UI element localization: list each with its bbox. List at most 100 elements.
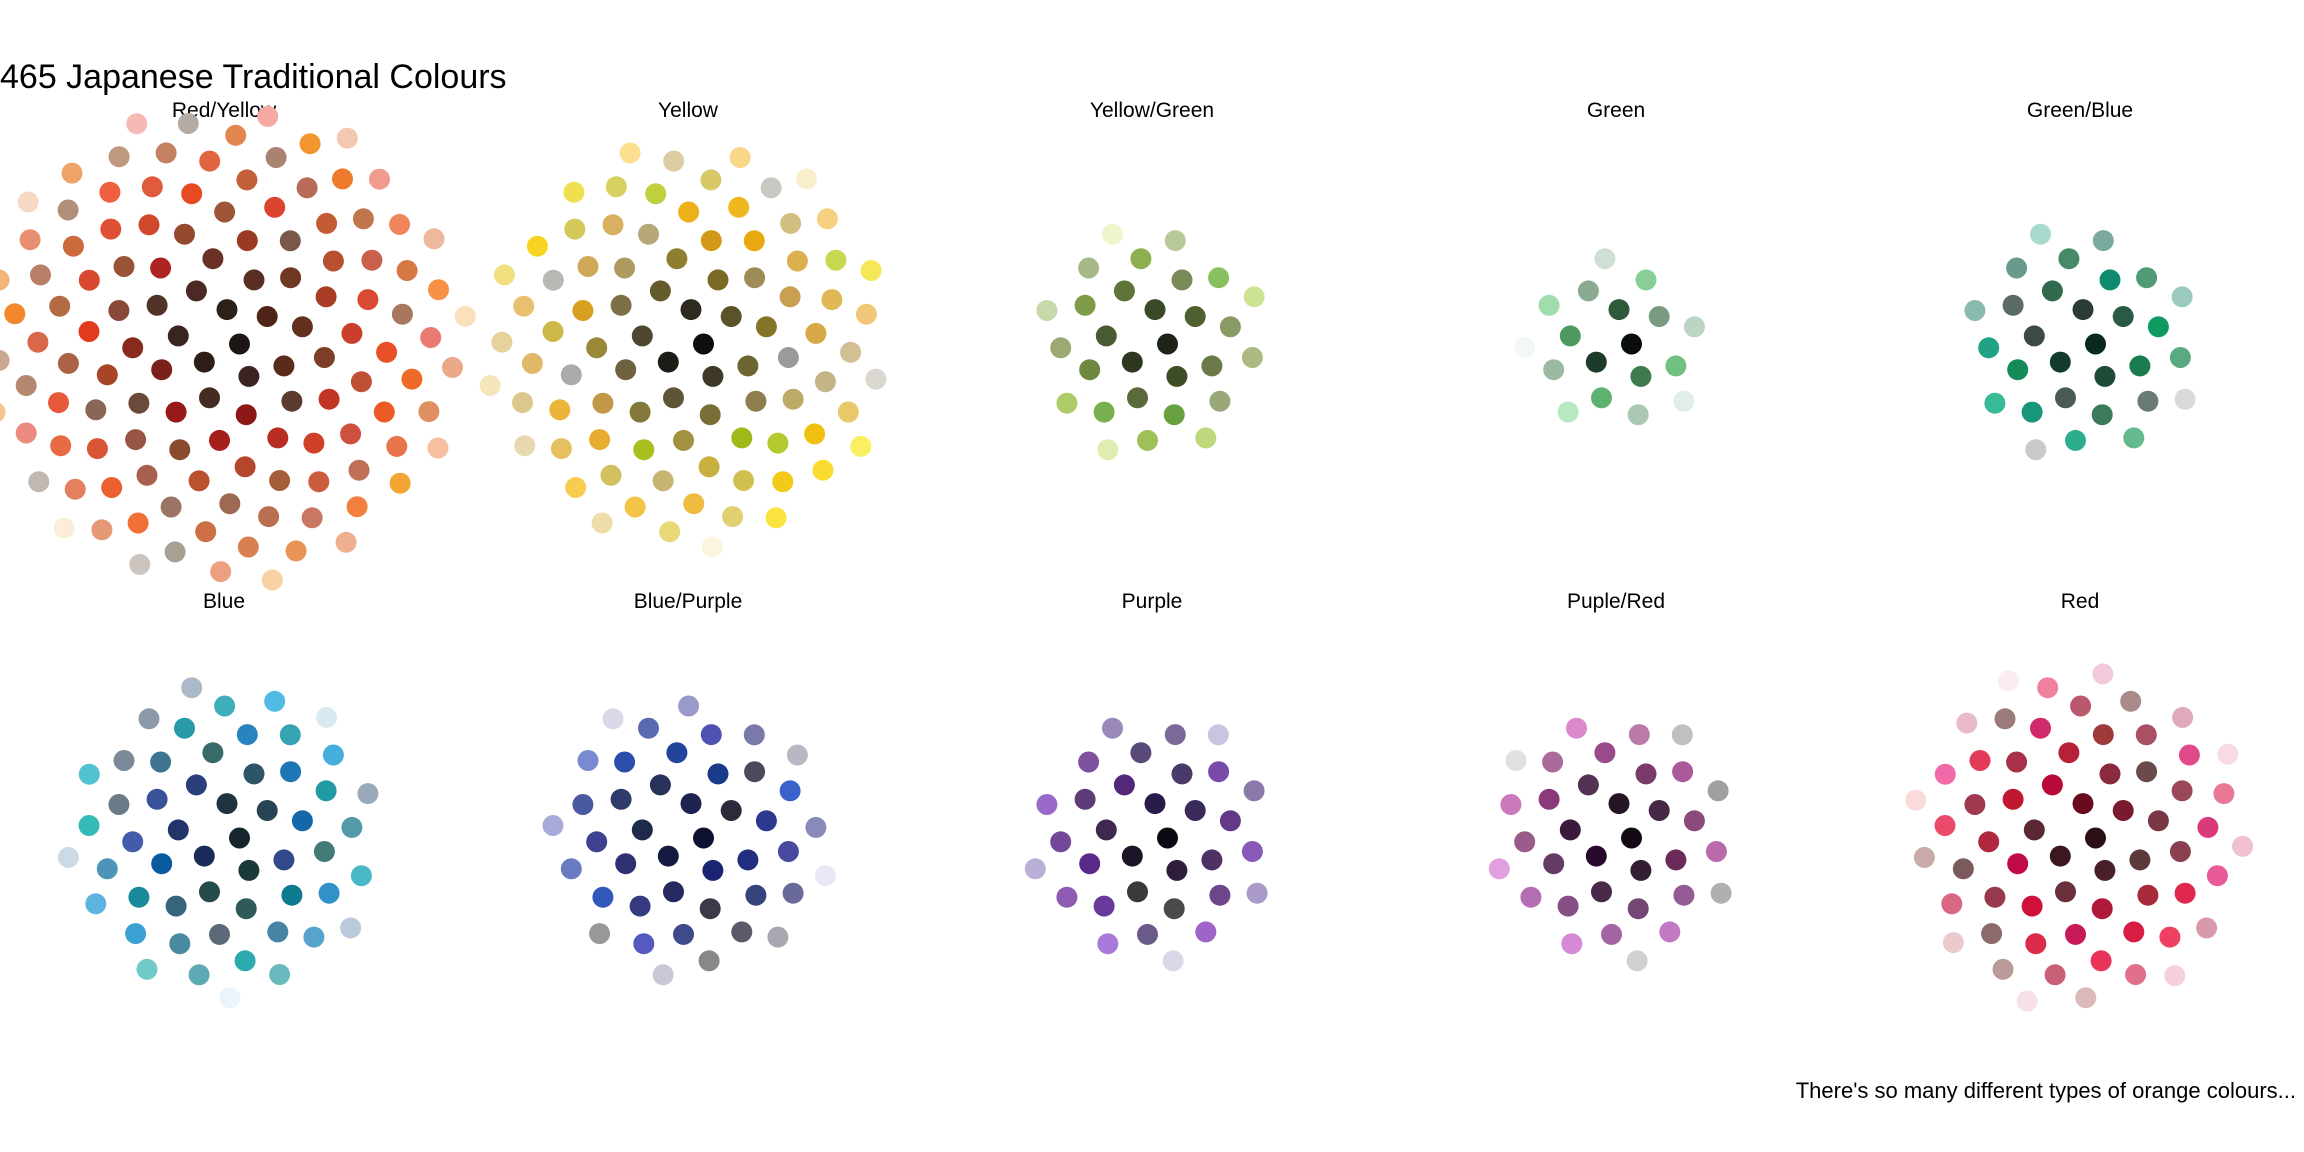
- colour-dot: [2196, 917, 2218, 939]
- colour-dot: [631, 325, 653, 347]
- colour-dot: [837, 401, 859, 423]
- colour-dot: [185, 280, 207, 302]
- colour-dot: [542, 269, 564, 291]
- colour-dot: [85, 399, 107, 421]
- colour-dot: [2092, 663, 2114, 685]
- colour-dot: [1093, 895, 1115, 917]
- colour-dot: [50, 435, 72, 457]
- colour-dot: [2099, 269, 2121, 291]
- colour-dot: [1978, 831, 2000, 853]
- colour-dot: [238, 859, 260, 881]
- colour-dot: [1036, 794, 1058, 815]
- colour-dot: [96, 364, 118, 386]
- colour-dot: [181, 677, 203, 699]
- colour-dot: [2123, 427, 2145, 449]
- colour-dot: [150, 257, 172, 279]
- colour-dot: [2137, 884, 2159, 906]
- colour-dot: [177, 113, 199, 134]
- colour-dot: [1952, 858, 1974, 880]
- colour-dot: [2006, 751, 2028, 773]
- colour-dot: [296, 177, 318, 199]
- colour-dot: [1566, 717, 1587, 739]
- colour-dot: [1557, 895, 1579, 917]
- colour-dot: [1130, 742, 1152, 764]
- colour-dot: [693, 827, 714, 849]
- colour-dot: [1621, 333, 1642, 355]
- colour-dot: [1514, 337, 1536, 359]
- colour-dot: [638, 223, 659, 245]
- colour-dot: [0, 349, 10, 371]
- colour-dot: [816, 208, 838, 230]
- colour-dot: [1627, 404, 1649, 426]
- colour-dot: [202, 248, 224, 270]
- colour-dot: [542, 815, 564, 836]
- colour-dot: [236, 169, 258, 191]
- colour-dot: [340, 423, 362, 445]
- colour-dot: [1905, 789, 1927, 811]
- colour-dot: [2055, 881, 2076, 903]
- colour-dot: [236, 724, 258, 746]
- colour-dot: [160, 496, 182, 518]
- colour-dot: [767, 432, 789, 454]
- colour-dot: [428, 279, 449, 301]
- colour-dot: [1137, 429, 1158, 451]
- colour-dot: [1163, 404, 1185, 426]
- colour-dot: [779, 286, 801, 308]
- colour-dot: [376, 341, 398, 363]
- colour-dot: [700, 230, 722, 252]
- colour-dot: [699, 404, 721, 426]
- colour-dot: [1130, 248, 1152, 270]
- colour-dot: [2044, 964, 2066, 986]
- colour-dot: [1683, 316, 1705, 338]
- colour-dot: [2092, 230, 2114, 252]
- colour-dot: [53, 517, 75, 539]
- colour-dot: [1171, 269, 1193, 291]
- colour-dot: [1207, 724, 1229, 746]
- colour-dot: [2049, 351, 2071, 373]
- colour-dot: [238, 365, 260, 387]
- colour-dot: [779, 780, 801, 802]
- colour-dot: [1166, 365, 1188, 387]
- colour-dot: [1241, 347, 1263, 368]
- colour-dot: [318, 882, 340, 904]
- colour-dot: [744, 761, 766, 783]
- colour-dot: [229, 827, 250, 849]
- colour-dot: [577, 256, 599, 277]
- colour-dot: [1127, 881, 1148, 903]
- colour-dot: [786, 250, 808, 272]
- colour-dot: [181, 183, 203, 205]
- colour-dot: [2085, 333, 2106, 355]
- colour-dot: [2171, 286, 2193, 308]
- colour-dot: [151, 853, 173, 875]
- chart-caption: There's so many different types of orang…: [1796, 1078, 2296, 1103]
- colour-dot: [542, 321, 564, 342]
- colour-dot: [1978, 337, 2000, 359]
- colour-dot: [796, 168, 817, 190]
- colour-dot: [2171, 780, 2193, 802]
- colour-dot: [78, 269, 100, 291]
- colour-dot: [136, 958, 158, 980]
- facet-red-yellow: Red/Yellow: [0, 99, 476, 591]
- colour-dot: [680, 793, 702, 815]
- colour-dot: [1163, 898, 1185, 920]
- colour-dot: [336, 127, 358, 149]
- colour-dot: [219, 987, 241, 1009]
- colour-dot: [1097, 439, 1119, 461]
- colour-dot: [804, 423, 826, 445]
- colour-dot: [2007, 853, 2029, 875]
- colour-dot: [129, 553, 151, 575]
- colour-dot: [396, 260, 418, 281]
- colour-dot: [335, 531, 357, 553]
- colour-dot: [2030, 223, 2051, 245]
- colour-dot: [243, 269, 265, 291]
- colour-dot: [657, 351, 679, 373]
- colour-dot: [216, 793, 238, 815]
- colour-dot: [494, 264, 515, 286]
- colour-dot: [755, 316, 777, 338]
- colour-dot: [699, 898, 721, 920]
- colour-dot: [1102, 717, 1123, 739]
- colour-dot: [2169, 841, 2191, 862]
- colour-dot: [1488, 858, 1510, 880]
- colour-dot: [169, 933, 191, 955]
- colour-dot: [423, 228, 445, 250]
